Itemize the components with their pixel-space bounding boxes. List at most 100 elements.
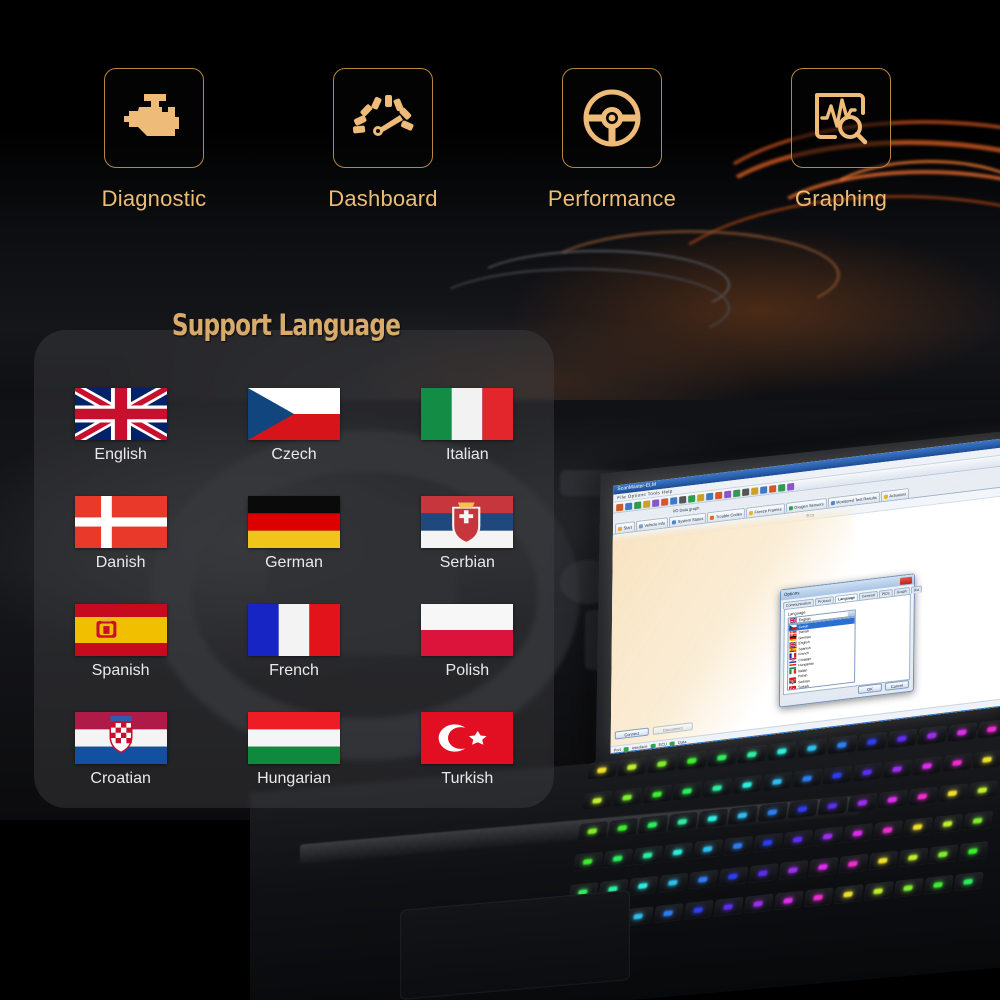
toolbar-icon[interactable] xyxy=(697,493,705,502)
language-dropdown-list[interactable]: Czech Danish German English Spanish Fren… xyxy=(787,616,856,691)
language-flag-cell[interactable]: Polish xyxy=(381,604,554,680)
flag-france-icon xyxy=(247,604,340,656)
tab-icon xyxy=(672,519,677,525)
toolbar-icon[interactable] xyxy=(742,487,750,496)
flag-spain-icon xyxy=(74,604,167,656)
flag-denmark-icon xyxy=(74,496,167,548)
feature-diagnostic-label: Diagnostic xyxy=(101,186,207,211)
support-language-title: Support Language xyxy=(171,308,401,342)
language-flag-label: French xyxy=(269,662,319,679)
tab-icon xyxy=(710,515,715,520)
feature-performance-box[interactable] xyxy=(562,68,662,168)
toolbar-icon[interactable] xyxy=(760,485,768,494)
app-tab-label: Freeze Frames xyxy=(754,506,782,515)
feature-dashboard-label: Dashboard xyxy=(328,186,438,211)
feature-performance[interactable]: Performance xyxy=(497,68,727,212)
product-feature-page: ScanMaster-ELM File Options Tools Help I… xyxy=(0,0,1000,1000)
language-flag-cell[interactable]: English xyxy=(34,388,207,464)
graph-search-icon xyxy=(815,93,868,145)
feature-dashboard[interactable]: Dashboard xyxy=(268,68,498,212)
language-flag-label: Italian xyxy=(445,446,489,463)
app-tab-label: System Status xyxy=(677,515,704,524)
flag-czech-icon xyxy=(247,388,340,440)
language-flag-grid: English Czech Italian Danish German Serb… xyxy=(34,388,554,788)
flag-hungary-icon xyxy=(247,712,340,764)
options-dialog[interactable]: Options Communication Protocol Language Gen… xyxy=(778,573,923,708)
chevron-down-icon[interactable] xyxy=(847,610,855,617)
language-flag-label: English xyxy=(94,446,147,463)
toolbar-icon[interactable] xyxy=(751,486,759,495)
language-flag-cell[interactable]: German xyxy=(207,496,380,572)
toolbar-icon[interactable] xyxy=(661,497,669,506)
toolbar-icon[interactable] xyxy=(670,496,678,505)
toolbar-icon[interactable] xyxy=(787,482,795,491)
language-flag-label: Czech xyxy=(271,446,317,463)
toolbar-icon[interactable] xyxy=(715,491,723,499)
feature-graphing-label: Graphing xyxy=(794,186,888,211)
tab-icon xyxy=(883,494,888,499)
tab-icon xyxy=(788,505,793,511)
feature-graphing-box[interactable] xyxy=(791,68,891,168)
language-flag-cell[interactable]: Danish xyxy=(34,496,207,572)
tab-icon xyxy=(638,523,643,529)
tab-icon xyxy=(830,500,835,505)
toolbar-icon[interactable] xyxy=(769,484,777,493)
language-flag-label: Croatian xyxy=(90,770,151,787)
tab-icon xyxy=(617,526,622,531)
flag-croatia-icon xyxy=(74,712,167,764)
toolbar-icon[interactable] xyxy=(724,489,732,498)
language-flag-cell[interactable]: Turkish xyxy=(381,712,554,788)
app-tab-label: Vehicle Info xyxy=(644,520,666,529)
language-flag-cell[interactable]: French xyxy=(207,604,380,680)
toolbar-icon[interactable] xyxy=(652,498,660,507)
language-flag-label: Serbian xyxy=(439,554,495,571)
feature-graphing[interactable]: Graphing xyxy=(726,68,956,212)
steering-wheel-icon xyxy=(583,89,641,147)
flag-poland-icon xyxy=(421,604,514,656)
app-tab-label: Start xyxy=(623,524,632,531)
flag-turkey-icon xyxy=(789,685,797,691)
toolbar-icon[interactable] xyxy=(679,495,687,504)
toolbar-icon[interactable] xyxy=(778,483,786,492)
flag-italy-icon xyxy=(421,388,514,440)
toolbar-icon[interactable] xyxy=(733,488,741,497)
tab-icon xyxy=(748,510,754,515)
app-tab-label: Actuators xyxy=(889,491,907,499)
language-flag-cell[interactable]: Czech xyxy=(207,388,380,464)
language-flag-cell[interactable]: Serbian xyxy=(381,496,554,572)
gauge-icon xyxy=(352,95,414,136)
laptop-screen: ScanMaster-ELM File Options Tools Help I… xyxy=(610,437,1000,755)
close-icon[interactable] xyxy=(900,576,913,585)
feature-performance-label: Performance xyxy=(547,186,677,211)
toolbar-icon[interactable] xyxy=(625,501,633,510)
language-flag-cell[interactable]: Croatian xyxy=(34,712,207,788)
language-flag-label: Turkish xyxy=(441,770,494,787)
app-tab-label: Oxygen Sensors xyxy=(794,501,824,510)
language-flag-label: Polish xyxy=(445,662,490,679)
language-flag-label: Hungarian xyxy=(257,770,331,787)
feature-diagnostic-box[interactable] xyxy=(104,68,204,168)
options-dialog-title: Options xyxy=(784,590,800,598)
flag-serbia-icon xyxy=(421,496,514,548)
app-tab-label: Trouble Codes xyxy=(715,511,743,520)
flag-germany-icon xyxy=(247,496,340,548)
feature-dashboard-box[interactable] xyxy=(333,68,433,168)
flag-turkey-icon xyxy=(421,712,514,764)
language-flag-cell[interactable]: Hungarian xyxy=(207,712,380,788)
check-engine-icon xyxy=(124,94,179,136)
flag-uk-icon xyxy=(74,388,167,440)
toolbar-icon[interactable] xyxy=(643,499,651,508)
toolbar-icon[interactable] xyxy=(634,500,642,509)
ok-button[interactable]: OK xyxy=(857,683,882,695)
language-flag-cell[interactable]: Spanish xyxy=(34,604,207,680)
language-flag-cell[interactable]: Italian xyxy=(381,388,554,464)
language-flag-label: Spanish xyxy=(91,662,150,679)
flag-uk-icon xyxy=(789,617,797,624)
language-flag-label: Danish xyxy=(95,554,146,571)
toolbar-icon[interactable] xyxy=(616,503,624,511)
feature-diagnostic[interactable]: Diagnostic xyxy=(39,68,269,212)
toolbar-icon[interactable] xyxy=(706,492,714,501)
options-tab-dia[interactable]: Dia xyxy=(910,585,923,594)
cancel-button[interactable]: Cancel xyxy=(884,679,909,691)
toolbar-icon[interactable] xyxy=(688,494,696,503)
